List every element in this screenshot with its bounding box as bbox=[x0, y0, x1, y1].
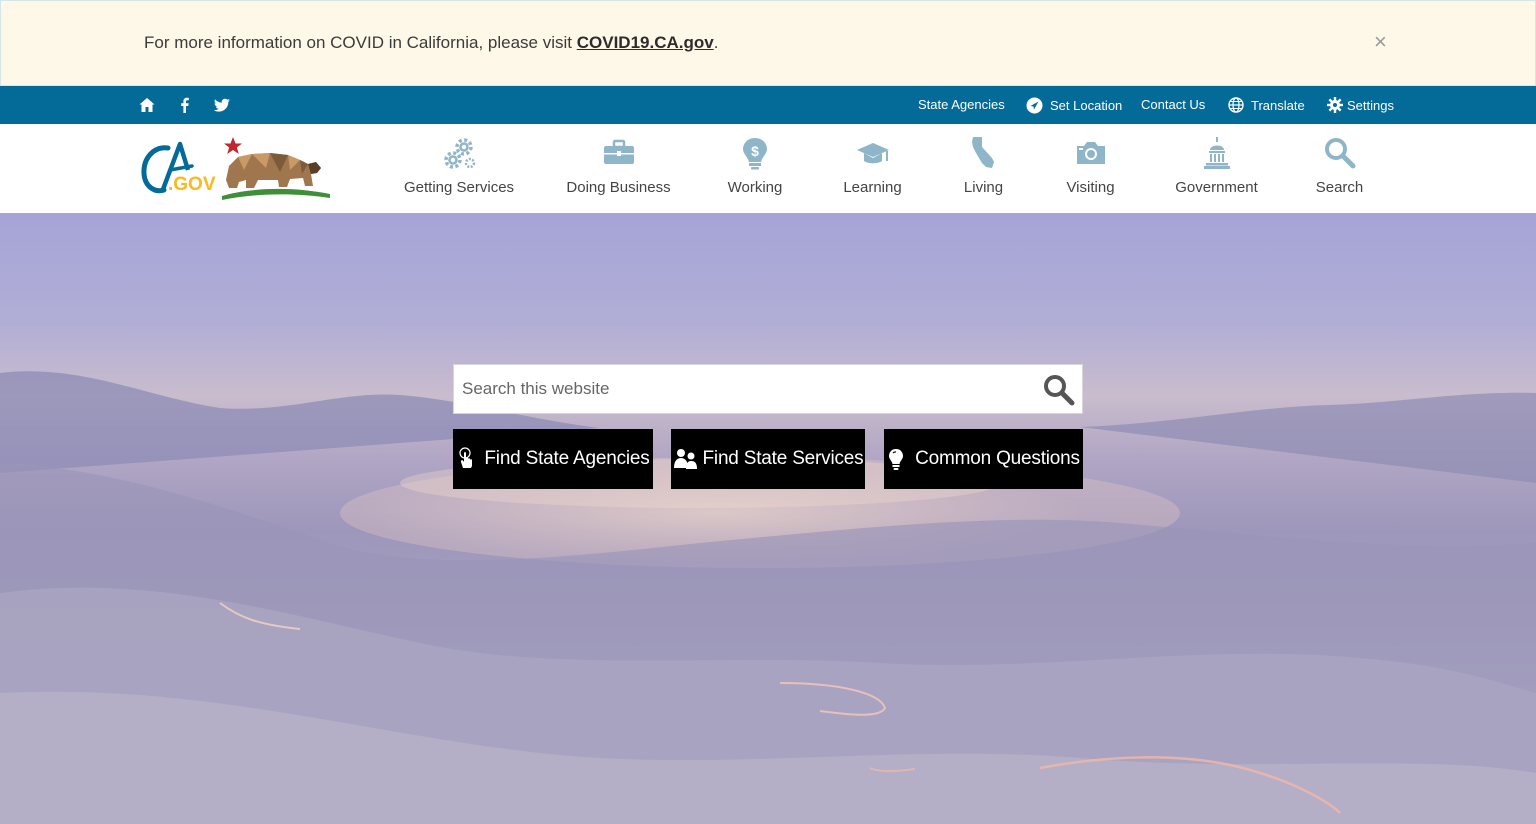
home-icon[interactable] bbox=[138, 96, 156, 114]
gear-icon bbox=[1327, 97, 1343, 113]
globe-icon bbox=[1228, 97, 1244, 113]
translate-label: Translate bbox=[1251, 97, 1305, 113]
settings-label: Settings bbox=[1347, 97, 1394, 113]
ca-gov-logo[interactable]: .GOV bbox=[140, 130, 335, 202]
settings-link[interactable]: Settings bbox=[1327, 97, 1394, 113]
nav-working[interactable]: $ Working bbox=[727, 124, 783, 213]
hero-background-image bbox=[0, 371, 1536, 824]
nav-label: Getting Services bbox=[403, 179, 515, 196]
search-submit-icon[interactable] bbox=[1042, 373, 1076, 407]
nav-search[interactable]: Search bbox=[1315, 124, 1364, 213]
nav-label: Living bbox=[963, 179, 1004, 196]
set-location-label: Set Location bbox=[1050, 98, 1123, 113]
nav-living[interactable]: Living bbox=[963, 124, 1004, 213]
nav-learning[interactable]: Learning bbox=[843, 124, 902, 213]
nav-label: Learning bbox=[843, 179, 902, 196]
contact-us-label: Contact Us bbox=[1141, 97, 1206, 112]
covid-link[interactable]: COVID19.CA.gov bbox=[577, 33, 714, 52]
utility-bar: State Agencies Set Location Contact Us T… bbox=[0, 86, 1536, 124]
set-location-link[interactable]: Set Location bbox=[1026, 97, 1122, 114]
find-state-agencies-button[interactable]: Find State Agencies bbox=[453, 429, 653, 489]
main-header: .GOV Getting Services Doing Business $ W… bbox=[0, 124, 1536, 213]
search-icon bbox=[1324, 138, 1355, 169]
nav-label: Visiting bbox=[1066, 179, 1115, 196]
nav-label: Doing Business bbox=[566, 179, 671, 196]
button-label: Find State Agencies bbox=[484, 448, 650, 469]
nav-doing-business[interactable]: Doing Business bbox=[566, 124, 671, 213]
facebook-icon[interactable] bbox=[176, 96, 194, 114]
alert-close-button[interactable]: × bbox=[1374, 29, 1392, 55]
pointer-hand-icon bbox=[459, 447, 473, 468]
nav-getting-services[interactable]: Getting Services bbox=[404, 124, 514, 213]
alert-message: For more information on COVID in Califor… bbox=[144, 33, 718, 53]
state-agencies-label: State Agencies bbox=[918, 97, 1005, 112]
lightbulb-dollar-icon: $ bbox=[743, 138, 767, 170]
gears-icon bbox=[444, 138, 476, 169]
find-state-services-button[interactable]: Find State Services bbox=[671, 429, 865, 489]
state-agencies-link[interactable]: State Agencies bbox=[918, 97, 1005, 112]
location-icon bbox=[1026, 97, 1043, 114]
nav-label: Working bbox=[727, 179, 783, 196]
gov-text: .GOV bbox=[168, 174, 216, 195]
translate-link[interactable]: Translate bbox=[1228, 97, 1305, 113]
alert-text: For more information on COVID in Califor… bbox=[144, 33, 577, 52]
nav-label: Government bbox=[1175, 179, 1258, 196]
button-label: Find State Services bbox=[702, 448, 864, 469]
twitter-icon[interactable] bbox=[213, 96, 231, 114]
california-icon bbox=[971, 137, 994, 168]
contact-us-link[interactable]: Contact Us bbox=[1141, 97, 1205, 112]
nav-label: Search bbox=[1315, 179, 1364, 196]
site-search-input[interactable] bbox=[454, 365, 1029, 413]
camera-icon bbox=[1076, 142, 1105, 164]
button-label: Common Questions bbox=[915, 448, 1080, 469]
capitol-icon bbox=[1203, 137, 1230, 169]
nav-government[interactable]: Government bbox=[1175, 124, 1258, 213]
briefcase-icon bbox=[603, 139, 634, 164]
site-search-box bbox=[453, 364, 1083, 414]
covid-alert-banner: For more information on COVID in Califor… bbox=[0, 0, 1536, 86]
alert-suffix: . bbox=[713, 33, 719, 52]
hero-section: Find State Agencies Find State Services … bbox=[0, 213, 1536, 824]
lightbulb-icon bbox=[889, 449, 904, 470]
people-icon bbox=[673, 449, 697, 469]
graduation-cap-icon bbox=[856, 143, 889, 164]
common-questions-button[interactable]: Common Questions bbox=[884, 429, 1083, 489]
svg-text:$: $ bbox=[751, 143, 759, 159]
nav-visiting[interactable]: Visiting bbox=[1066, 124, 1115, 213]
